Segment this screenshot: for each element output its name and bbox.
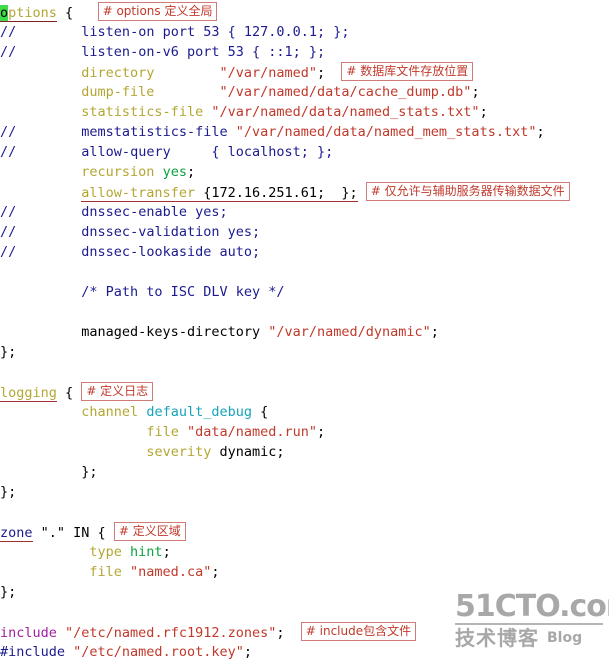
code-line: }; bbox=[0, 342, 609, 362]
close-brace: }; bbox=[0, 484, 17, 500]
severity-option: severity bbox=[146, 444, 220, 460]
code-line: // allow-query { localhost; }; bbox=[0, 142, 609, 162]
code-line: // listen-on-v6 port 53 { ::1; }; bbox=[0, 42, 609, 62]
memstatistics-file-value: "/var/named/data/named_mem_stats.txt" bbox=[235, 124, 537, 140]
annotation-options: # options 定义全局 bbox=[97, 2, 218, 21]
watermark-tagline: 技术博客 Blog bbox=[455, 627, 603, 651]
block-comment: /* Path to ISC DLV key */ bbox=[81, 284, 285, 300]
cursor-highlight: o bbox=[0, 5, 9, 21]
code-line: channel default_debug { bbox=[0, 402, 609, 422]
code-line: // dnssec-lookaside auto; bbox=[0, 242, 609, 262]
code-line: recursion yes; bbox=[81, 164, 196, 180]
comment-slashes: // bbox=[0, 204, 17, 220]
code-line: // dnssec-enable yes; bbox=[0, 202, 609, 222]
hash-include-path: "/etc/named.root.key" bbox=[65, 644, 244, 660]
code-line: zone "." IN { # 定义区域 bbox=[0, 522, 609, 542]
statistics-file-option: statistics-file bbox=[81, 104, 204, 120]
options-keyword: options bbox=[0, 5, 57, 22]
watermark: 51CTO.com 技术博客 Blog bbox=[455, 589, 609, 651]
channel-option: channel bbox=[81, 404, 147, 420]
comment-slashes: // bbox=[0, 24, 17, 40]
annotation-zone: # 定义区域 bbox=[113, 522, 186, 541]
code-line: allow-transfer {172.16.251.61; }; # 仅允许与… bbox=[0, 182, 609, 202]
annotation-directory: # 数据库文件存放位置 bbox=[341, 62, 474, 81]
recursion-value: yes bbox=[162, 164, 187, 180]
dump-file-value: "/var/named/data/cache_dump.db" bbox=[219, 84, 472, 100]
code-line: file "named.ca"; bbox=[89, 564, 220, 580]
code-line: // listen-on port 53 { 127.0.0.1; }; bbox=[0, 22, 609, 42]
code-line: logging { # 定义日志 bbox=[0, 382, 609, 402]
dump-file-option: dump-file bbox=[81, 84, 155, 100]
comment-slashes: // bbox=[0, 224, 17, 240]
zone-class: IN bbox=[65, 525, 90, 541]
close-brace: }; bbox=[0, 344, 17, 360]
type-value: hint bbox=[130, 544, 163, 560]
dnssec-enable-text: dnssec-enable yes; bbox=[81, 204, 228, 220]
code-line: }; bbox=[0, 482, 609, 502]
code-line: }; bbox=[0, 462, 609, 482]
zone-keyword: zone bbox=[0, 525, 33, 542]
allow-transfer-value: {172.16.251.61; }; bbox=[195, 185, 358, 201]
code-line: statistics-file "/var/named/data/named_s… bbox=[81, 104, 488, 120]
allow-transfer-statement: allow-transfer {172.16.251.61; }; bbox=[81, 185, 358, 202]
comment-slashes: // bbox=[0, 144, 17, 160]
code-line: managed-keys-directory "/var/named/dynam… bbox=[81, 324, 439, 340]
comment-text: listen-on port 53 { 127.0.0.1; }; bbox=[81, 24, 350, 40]
dnssec-lookaside-text: dnssec-lookaside auto; bbox=[81, 244, 261, 260]
close-brace: }; bbox=[81, 464, 98, 480]
brace: { bbox=[89, 525, 106, 541]
comment-text: listen-on-v6 port 53 { ::1; }; bbox=[81, 44, 326, 60]
code-line: // dnssec-validation yes; bbox=[0, 222, 609, 242]
comment-slashes: // bbox=[0, 244, 17, 260]
type-option: type bbox=[89, 544, 131, 560]
managed-keys-directory-option: managed-keys-directory bbox=[81, 324, 269, 340]
hash-include-keyword: #include bbox=[0, 644, 66, 660]
annotation-include: # include包含文件 bbox=[300, 622, 417, 641]
brace: { bbox=[56, 385, 74, 401]
recursion-option: recursion bbox=[81, 164, 163, 180]
brace: { bbox=[251, 404, 269, 420]
annotation-logging: # 定义日志 bbox=[81, 382, 154, 401]
code-line: directory "/var/named"; # 数据库文件存放位置 bbox=[0, 62, 609, 82]
code-editor-canvas[interactable]: options { # options 定义全局 // listen-on po… bbox=[0, 0, 609, 660]
file-value: "named.ca" bbox=[130, 564, 212, 580]
code-line: type hint; bbox=[89, 544, 171, 560]
file-option: file bbox=[146, 424, 187, 440]
channel-identifier: default_debug bbox=[146, 404, 252, 420]
code-line: options { # options 定义全局 bbox=[0, 2, 609, 22]
brace: { bbox=[56, 5, 74, 21]
include-keyword: include bbox=[0, 625, 57, 641]
code-line: severity dynamic; bbox=[0, 442, 609, 462]
directory-option: directory bbox=[81, 65, 155, 81]
code-line: dump-file "/var/named/data/cache_dump.db… bbox=[81, 84, 480, 100]
memstatistics-file-option: memstatistics-file bbox=[81, 124, 236, 140]
close-brace: }; bbox=[0, 584, 17, 600]
file-option: file bbox=[89, 564, 131, 580]
file-value: "data/named.run" bbox=[186, 424, 317, 440]
code-line: /* Path to ISC DLV key */ bbox=[0, 282, 609, 302]
managed-keys-directory-value: "/var/named/dynamic" bbox=[268, 324, 431, 340]
allow-query-text: allow-query { localhost; }; bbox=[81, 144, 334, 160]
statistics-file-value: "/var/named/data/named_stats.txt" bbox=[211, 104, 480, 120]
code-line: // memstatistics-file "/var/named/data/n… bbox=[0, 124, 545, 140]
watermark-tagline-en: Blog bbox=[547, 630, 583, 646]
watermark-site: 51CTO.com bbox=[455, 589, 609, 625]
logging-keyword: logging bbox=[0, 385, 57, 402]
annotation-allow-transfer: # 仅允许与辅助服务器传输数据文件 bbox=[365, 182, 570, 201]
code-line: file "data/named.run"; bbox=[146, 424, 326, 440]
comment-slashes: // bbox=[0, 44, 17, 60]
watermark-tagline-cn: 技术博客 bbox=[455, 626, 539, 650]
include-path: "/etc/named.rfc1912.zones" bbox=[56, 625, 277, 641]
dnssec-validation-text: dnssec-validation yes; bbox=[81, 224, 261, 240]
severity-value: dynamic; bbox=[219, 444, 285, 460]
directory-value: "/var/named" bbox=[219, 65, 318, 81]
zone-name: "." bbox=[32, 525, 66, 541]
allow-transfer-option: allow-transfer bbox=[81, 185, 196, 201]
comment-slashes: // bbox=[0, 124, 17, 140]
